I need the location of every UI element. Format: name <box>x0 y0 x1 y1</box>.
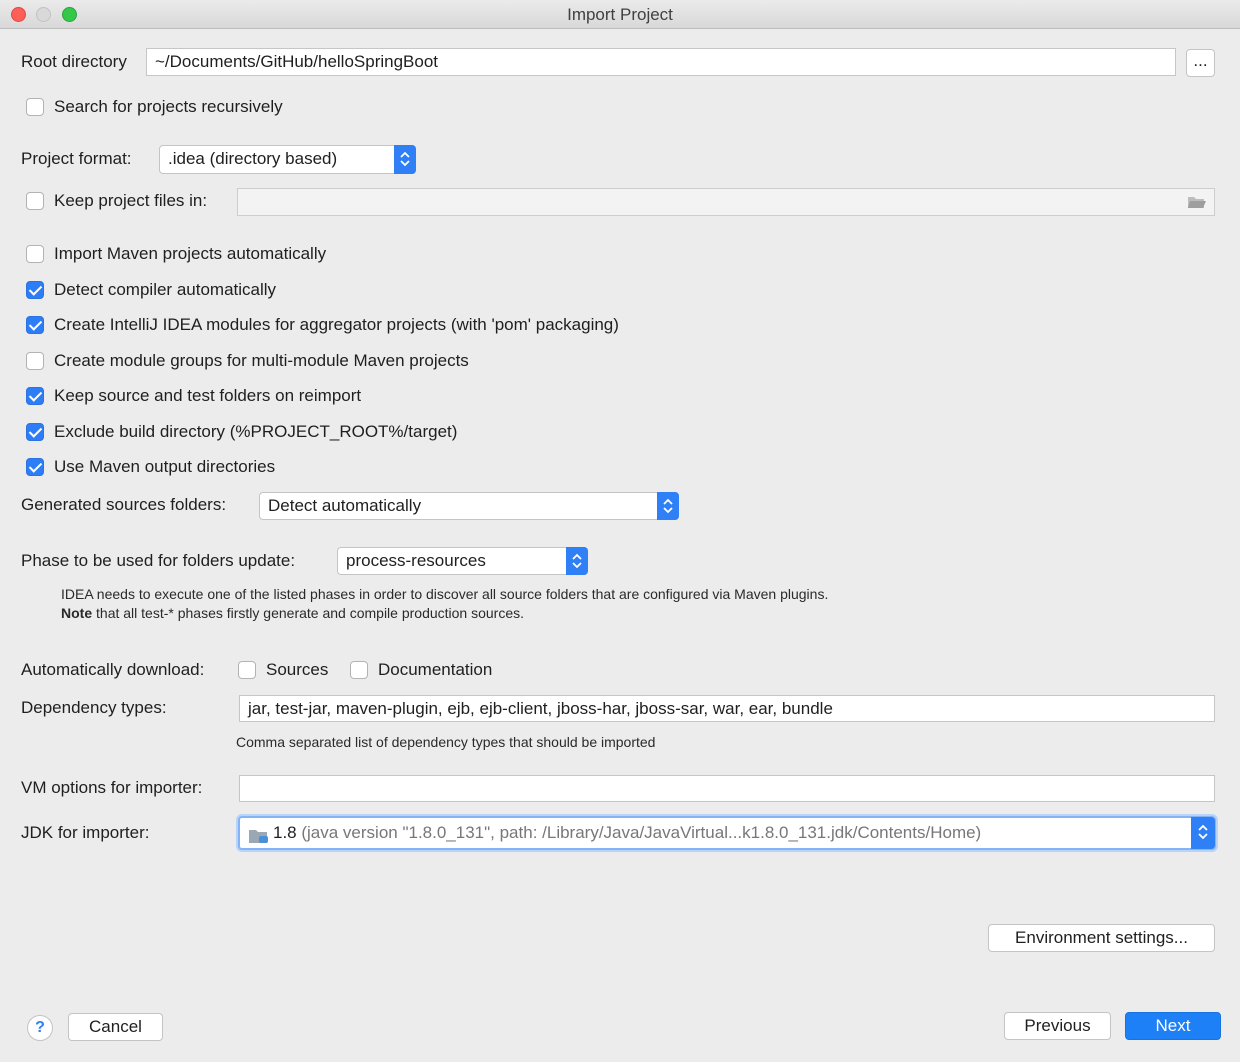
previous-button[interactable]: Previous <box>1004 1012 1111 1040</box>
download-documentation-checkbox[interactable] <box>350 661 368 679</box>
download-documentation-label: Documentation <box>378 660 493 679</box>
jdk-value: 1.8 (java version "1.8.0_131", path: /Li… <box>273 818 981 848</box>
jdk-select[interactable]: 1.8 (java version "1.8.0_131", path: /Li… <box>238 816 1216 850</box>
phase-select[interactable]: process-resources <box>337 547 588 575</box>
cancel-button[interactable]: Cancel <box>68 1013 163 1041</box>
environment-settings-button[interactable]: Environment settings... <box>988 924 1215 952</box>
up-down-chevron-icon <box>1191 817 1215 849</box>
option-label-import-maven: Import Maven projects automatically <box>54 244 327 263</box>
option-checkbox-exclude-build[interactable] <box>26 423 44 441</box>
option-label-aggregator-modules: Create IntelliJ IDEA modules for aggrega… <box>54 315 619 334</box>
option-label-module-groups: Create module groups for multi-module Ma… <box>54 351 469 370</box>
project-format-select[interactable]: .idea (directory based) <box>159 145 416 174</box>
generated-sources-value: Detect automatically <box>268 496 422 515</box>
title-bar: Import Project <box>0 0 1240 29</box>
jdk-detail: (java version "1.8.0_131", path: /Librar… <box>296 823 982 842</box>
keep-files-label: Keep project files in: <box>54 191 208 210</box>
dependency-types-hint: Comma separated list of dependency types… <box>236 734 656 750</box>
folder-icon[interactable] <box>1187 194 1207 215</box>
option-checkbox-keep-source-folders[interactable] <box>26 387 44 405</box>
phase-note-bold: Note <box>61 605 93 621</box>
option-label-detect-compiler: Detect compiler automatically <box>54 280 277 299</box>
vm-options-label: VM options for importer: <box>21 778 203 797</box>
vm-options-input[interactable] <box>239 775 1215 802</box>
download-sources-label: Sources <box>266 660 329 679</box>
up-down-chevron-icon <box>394 145 416 174</box>
generated-sources-label: Generated sources folders: <box>21 495 227 514</box>
import-project-window: Import Project Root directory ~/Document… <box>0 0 1240 1062</box>
search-recursive-label: Search for projects recursively <box>54 97 283 116</box>
up-down-chevron-icon <box>566 547 588 575</box>
phase-note-text: that all test-* phases firstly generate … <box>92 605 525 621</box>
jdk-version: 1.8 <box>273 823 297 842</box>
browse-root-button[interactable]: ... <box>1186 49 1215 77</box>
option-checkbox-module-groups[interactable] <box>26 352 44 370</box>
phase-value: process-resources <box>346 551 486 570</box>
option-label-keep-source-folders: Keep source and test folders on reimport <box>54 386 362 405</box>
auto-download-label: Automatically download: <box>21 660 205 679</box>
search-recursive-checkbox[interactable] <box>26 98 44 116</box>
phase-label: Phase to be used for folders update: <box>21 551 296 570</box>
up-down-chevron-icon <box>657 492 679 520</box>
jdk-folder-icon <box>248 825 270 855</box>
keep-files-input[interactable] <box>237 188 1215 216</box>
phase-note-line1: IDEA needs to execute one of the listed … <box>61 586 829 602</box>
phase-note-line2: Note that all test-* phases firstly gene… <box>61 604 524 623</box>
dependency-types-label: Dependency types: <box>21 698 167 717</box>
project-format-label: Project format: <box>21 149 132 168</box>
option-checkbox-aggregator-modules[interactable] <box>26 316 44 334</box>
option-checkbox-detect-compiler[interactable] <box>26 281 44 299</box>
project-format-value: .idea (directory based) <box>168 149 338 168</box>
option-label-exclude-build: Exclude build directory (%PROJECT_ROOT%/… <box>54 422 458 441</box>
root-directory-label: Root directory <box>21 52 127 71</box>
generated-sources-select[interactable]: Detect automatically <box>259 492 679 520</box>
keep-files-checkbox[interactable] <box>26 192 44 210</box>
jdk-label: JDK for importer: <box>21 823 150 842</box>
window-title: Import Project <box>567 5 673 24</box>
next-button[interactable]: Next <box>1125 1012 1221 1040</box>
option-checkbox-import-maven[interactable] <box>26 245 44 263</box>
help-button[interactable]: ? <box>27 1015 53 1041</box>
root-directory-input[interactable]: ~/Documents/GitHub/helloSpringBoot <box>146 48 1176 76</box>
option-checkbox-maven-output[interactable] <box>26 458 44 476</box>
download-sources-checkbox[interactable] <box>238 661 256 679</box>
dependency-types-input[interactable]: jar, test-jar, maven-plugin, ejb, ejb-cl… <box>239 695 1215 722</box>
option-label-maven-output: Use Maven output directories <box>54 457 276 476</box>
